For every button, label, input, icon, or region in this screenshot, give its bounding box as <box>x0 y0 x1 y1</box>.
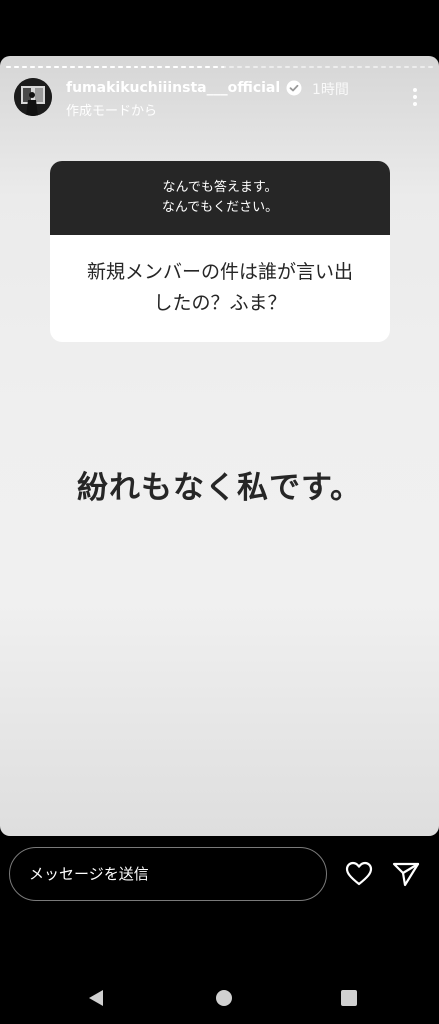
progress-segment <box>356 66 362 68</box>
progress-segment <box>380 66 386 68</box>
system-navigation-bar <box>0 960 439 1024</box>
story-header: fumakikuchiiinsta___official 1時間 作成モードから <box>14 78 425 119</box>
progress-segment <box>165 66 171 68</box>
progress-segment <box>6 66 11 68</box>
progress-segment <box>372 66 378 68</box>
progress-segment <box>109 66 115 68</box>
progress-segment <box>396 66 402 68</box>
progress-segment <box>237 66 243 68</box>
progress-segment <box>133 66 139 68</box>
question-text-line: したの？ふま？ <box>153 292 287 314</box>
progress-segment <box>149 66 155 68</box>
progress-segment <box>245 66 251 68</box>
progress-segment <box>332 66 338 68</box>
progress-segment <box>29 66 35 68</box>
answer-text: 紛れもなく私です。 <box>77 470 362 506</box>
progress-segment <box>284 66 290 68</box>
verified-badge-icon <box>286 80 302 96</box>
progress-segment <box>428 66 434 68</box>
progress-segment <box>101 66 107 68</box>
story-progress-bar <box>6 66 434 68</box>
question-text-line: 新規メンバーの件は誰が言い出 <box>86 261 353 283</box>
question-text: 新規メンバーの件は誰が言い出 したの？ふま？ <box>50 235 390 319</box>
progress-segment <box>13 66 19 68</box>
progress-segment <box>412 66 418 68</box>
recents-icon[interactable] <box>340 989 358 1007</box>
progress-segment <box>300 66 306 68</box>
heart-icon[interactable] <box>344 859 374 889</box>
question-prompt: なんでも答えます。 なんでもください。 <box>50 161 390 235</box>
progress-segment <box>141 66 147 68</box>
progress-segment <box>69 66 75 68</box>
back-icon[interactable] <box>86 988 106 1008</box>
progress-segment <box>404 66 410 68</box>
progress-segment <box>197 66 203 68</box>
progress-segment <box>324 66 330 68</box>
progress-segment <box>85 66 91 68</box>
progress-segment <box>117 66 123 68</box>
reply-bar: メッセージを送信 <box>0 836 439 916</box>
progress-segment <box>157 66 163 68</box>
progress-segment <box>308 66 314 68</box>
progress-segment <box>348 66 354 68</box>
progress-segment <box>221 66 227 68</box>
send-icon[interactable] <box>391 859 421 889</box>
progress-segment <box>125 66 131 68</box>
progress-segment <box>61 66 67 68</box>
progress-segment <box>316 66 322 68</box>
progress-segment <box>189 66 195 68</box>
progress-segment <box>45 66 51 68</box>
progress-segment <box>253 66 258 68</box>
progress-segment <box>213 66 219 68</box>
message-input[interactable]: メッセージを送信 <box>9 847 327 901</box>
progress-segment <box>388 66 394 68</box>
progress-segment <box>77 66 83 68</box>
progress-segment <box>93 66 99 68</box>
avatar[interactable] <box>14 78 52 116</box>
question-prompt-line: なんでも答えます。 <box>162 180 278 195</box>
story-username[interactable]: fumakikuchiiinsta___official <box>66 80 280 96</box>
progress-segment <box>268 66 274 68</box>
progress-segment <box>21 66 27 68</box>
more-vertical-icon[interactable] <box>411 86 419 108</box>
progress-segment <box>292 66 298 68</box>
progress-segment <box>340 66 346 68</box>
progress-segment <box>173 66 179 68</box>
progress-segment <box>37 66 43 68</box>
progress-segment <box>420 66 426 68</box>
story-viewer[interactable]: fumakikuchiiinsta___official 1時間 作成モードから… <box>0 56 439 836</box>
story-timestamp: 1時間 <box>312 82 349 98</box>
progress-segment <box>276 66 282 68</box>
progress-segment <box>364 66 370 68</box>
progress-segment <box>181 66 187 68</box>
progress-segment <box>205 66 211 68</box>
progress-segment <box>261 66 266 68</box>
progress-segment <box>229 66 235 68</box>
question-prompt-line: なんでもください。 <box>161 200 279 215</box>
progress-segment <box>53 66 59 68</box>
story-subtitle: 作成モードから <box>66 104 158 119</box>
home-icon[interactable] <box>215 989 233 1007</box>
question-sticker: なんでも答えます。 なんでもください。 新規メンバーの件は誰が言い出 したの？ふ… <box>50 161 390 342</box>
